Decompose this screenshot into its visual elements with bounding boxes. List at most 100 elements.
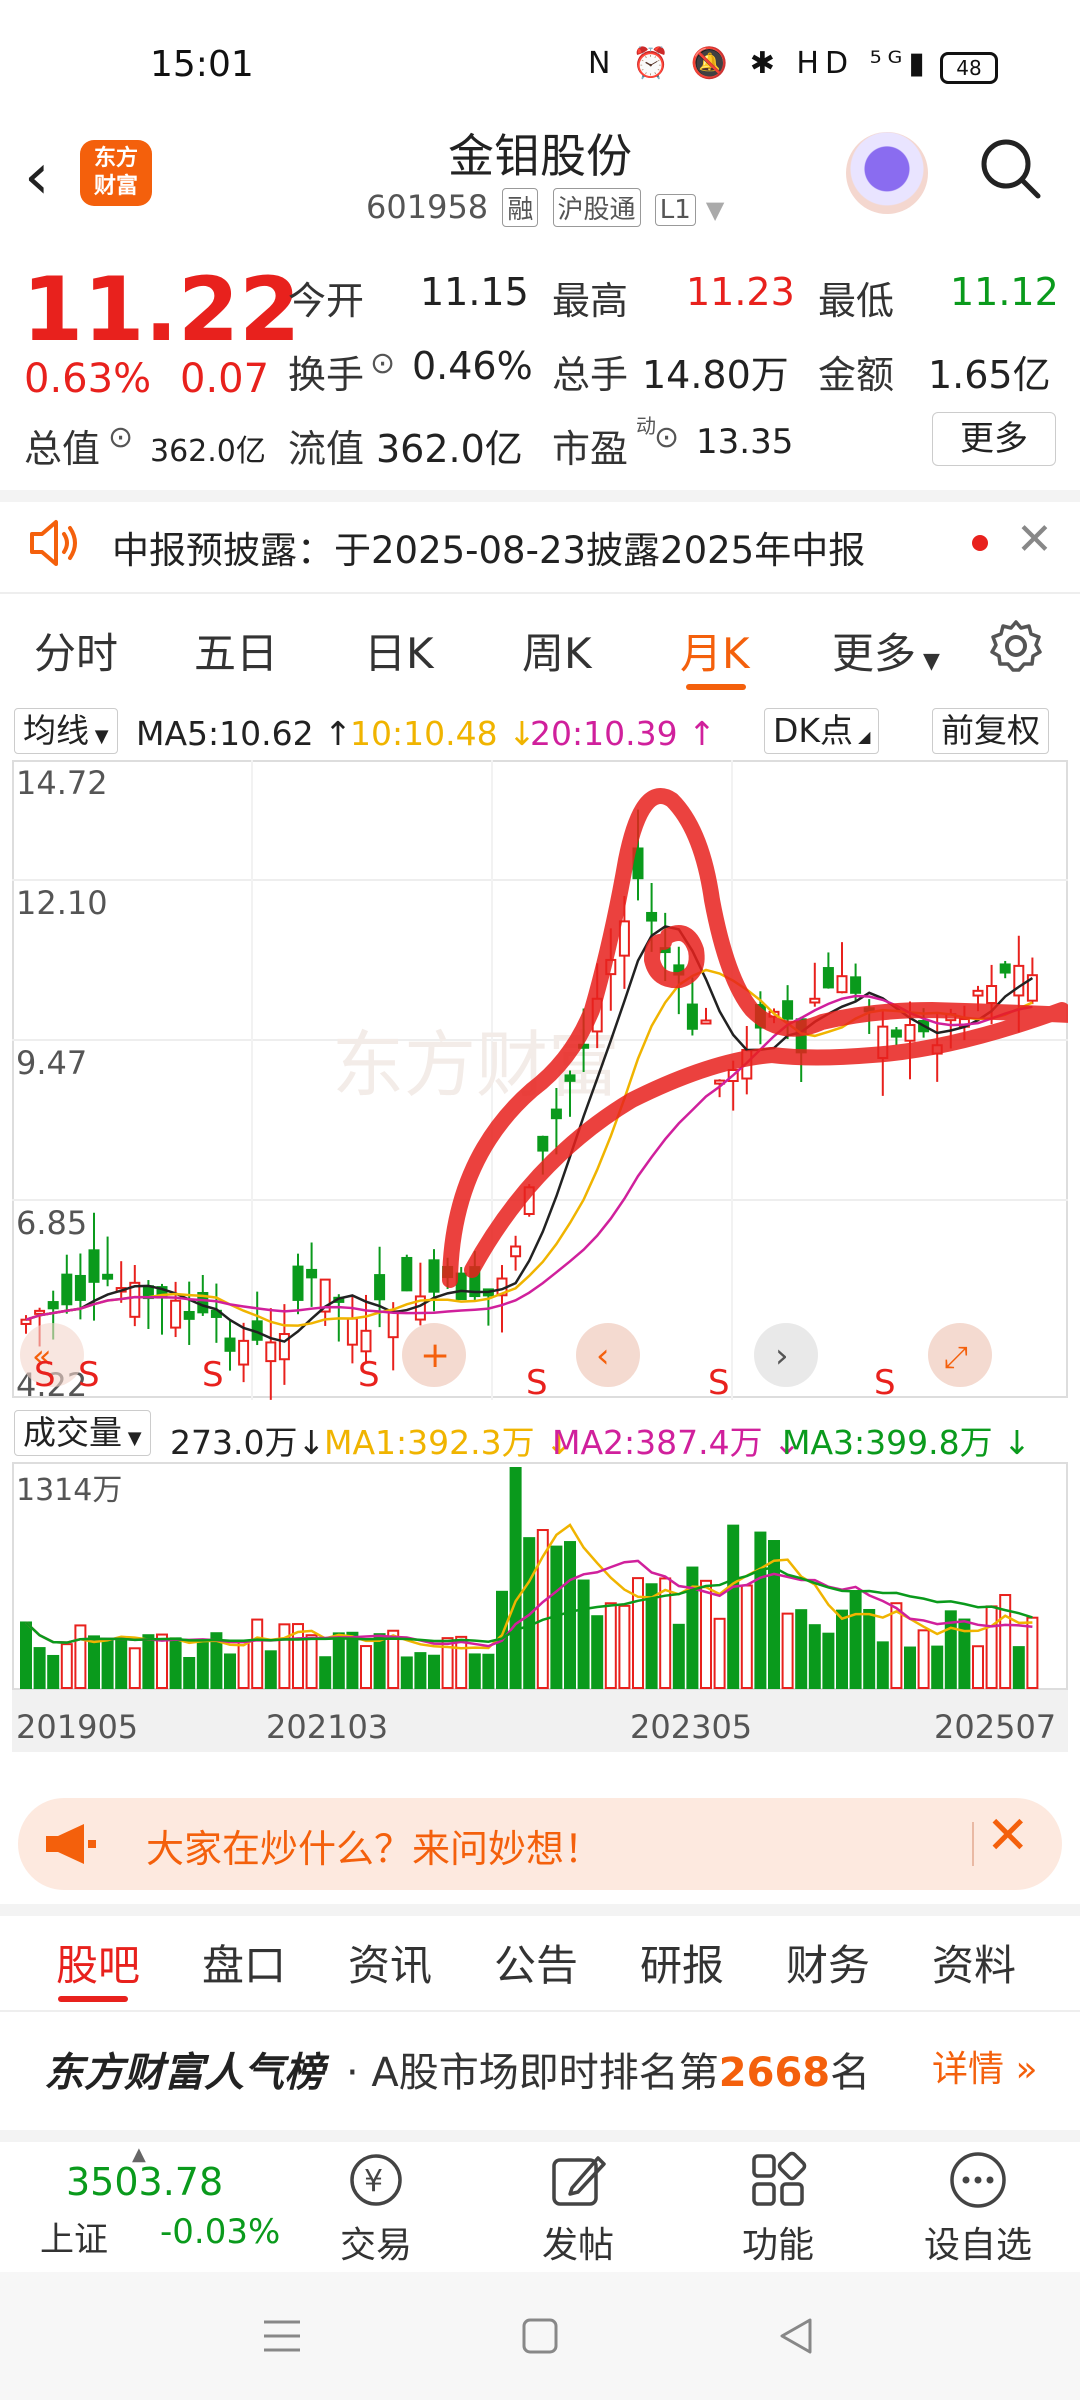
volume-chart[interactable]: 1314万 201905 202103 202305 202507 — [12, 1462, 1068, 1752]
volume-bar — [196, 1638, 209, 1690]
turnover-label: 换手 — [288, 353, 365, 397]
more-button[interactable]: 更多 — [932, 412, 1056, 466]
volume-bar — [455, 1635, 468, 1689]
y-tick-label: 6.85 — [16, 1204, 87, 1242]
index-change[interactable]: -0.03% — [160, 2212, 280, 2252]
y-tick-label: 14.72 — [16, 764, 108, 802]
float-label: 流值 — [288, 427, 365, 471]
info-icon[interactable]: ⊙ — [370, 346, 395, 381]
y-tick-label: 12.10 — [16, 884, 108, 922]
tab-daily-k[interactable]: 日K — [364, 620, 434, 681]
volume-bar — [536, 1529, 549, 1689]
tab-announcements[interactable]: 公告 — [494, 1932, 578, 1993]
divider — [0, 490, 1080, 502]
sell-signal-label: S — [526, 1363, 548, 1400]
vol-ma3: MA3:399.8万 ↓ — [782, 1416, 1031, 1464]
candle-body — [47, 1301, 59, 1310]
robot-avatar-icon[interactable] — [846, 132, 928, 214]
toolbar-trade[interactable]: 交易 — [306, 2216, 446, 2268]
more-dots-icon[interactable] — [948, 2150, 1008, 2210]
compose-icon[interactable] — [548, 2150, 608, 2210]
tab-intraday[interactable]: 分时 — [34, 620, 118, 681]
tab-orderbook[interactable]: 盘口 — [202, 1932, 286, 1993]
search-icon[interactable] — [978, 136, 1042, 200]
close-icon[interactable]: ✕ — [986, 1806, 1030, 1866]
banner-text[interactable]: 大家在炒什么？来问妙想！ — [146, 1818, 602, 1873]
caret-down-icon: ▼ — [122, 1428, 142, 1449]
rank-number: 2668 — [718, 2050, 831, 2096]
vol-ma1: MA1:392.3万 ↓ — [324, 1416, 573, 1464]
dk-point-toggle[interactable]: DK点 ◢ — [764, 708, 880, 754]
gear-icon[interactable] — [988, 618, 1044, 674]
adjust-select[interactable]: 前复权 — [932, 708, 1049, 754]
divider — [0, 592, 1080, 594]
tab-news[interactable]: 资讯 — [348, 1932, 432, 1993]
corner-caret-icon: ◢ — [853, 727, 871, 746]
volume-bar — [169, 1637, 182, 1690]
volume-y-max: 1314万 — [16, 1473, 122, 1508]
volume-bar — [876, 1641, 889, 1689]
pe-value: 13.35 — [696, 422, 794, 462]
ma5-value: MA5:10.62 ↑ — [136, 714, 352, 753]
indicator-select-label: 均线 — [23, 711, 89, 750]
volume-bar — [332, 1632, 345, 1689]
close-icon[interactable]: ✕ — [1016, 514, 1053, 565]
sell-signal-label: S — [708, 1363, 730, 1400]
tab-research[interactable]: 研报 — [640, 1932, 724, 1993]
candle-body — [34, 1309, 46, 1315]
mktcap-label: 总值 — [24, 427, 101, 471]
index-name[interactable]: 上证 — [40, 2212, 108, 2261]
tab-more[interactable]: 更多 ▼ — [832, 620, 940, 681]
indicator-select[interactable]: 均线 ▼ — [14, 708, 118, 754]
candle-body — [20, 1318, 32, 1325]
y-tick-label: 9.47 — [16, 1044, 87, 1082]
candle-body — [102, 1273, 114, 1280]
tab-profile[interactable]: 资料 — [932, 1932, 1016, 1993]
vol-ma2: MA2:387.4万 ↓ — [552, 1416, 801, 1464]
candle-body — [170, 1299, 182, 1329]
down-arrow-icon: ↓ — [297, 1423, 326, 1462]
chevron-down-icon[interactable]: ▼ — [706, 196, 724, 224]
info-icon[interactable]: ⊙ — [654, 420, 679, 455]
menu-icon[interactable] — [262, 2316, 302, 2356]
volume-bar — [400, 1656, 413, 1690]
volume-select-label: 成交量 — [23, 1413, 122, 1452]
caret-down-icon: ▼ — [916, 649, 940, 674]
vol-ma3-label: MA3:399.8万 — [782, 1423, 993, 1462]
sell-signal-label: S — [78, 1355, 100, 1395]
tab-weekly-k[interactable]: 周K — [522, 620, 592, 681]
volume-value: 14.80万 — [642, 353, 789, 397]
toolbar-post[interactable]: 发帖 — [508, 2216, 648, 2268]
volume-bar — [740, 1584, 753, 1689]
volume-bar — [373, 1633, 386, 1689]
tab-monthly-k[interactable]: 月K — [680, 620, 750, 681]
tab-five-day[interactable]: 五日 — [194, 620, 278, 681]
volume-bar — [360, 1645, 372, 1690]
system-nav-bar — [0, 2272, 1080, 2400]
kline-chart[interactable]: 东方财富 14.72 12.10 9.47 6.85 4.22 + ‹ › ⤢ … — [12, 760, 1068, 1400]
candle-body — [836, 975, 848, 994]
plus-icon: + — [420, 1335, 450, 1376]
trade-icon[interactable]: ¥ — [346, 2150, 406, 2210]
notice-text[interactable]: 中报预披露：于2025-08-23披露2025年中报 — [112, 520, 865, 574]
info-icon[interactable]: ⊙ — [108, 420, 133, 455]
tab-forum[interactable]: 股吧 — [56, 1932, 140, 1993]
up-arrow-icon: ↑ — [688, 714, 716, 753]
tag-level: L1 — [654, 194, 696, 226]
toolbar-functions[interactable]: 功能 — [708, 2216, 848, 2268]
volume-indicator-select[interactable]: 成交量 ▼ — [14, 1410, 151, 1456]
index-value[interactable]: 3503.78 — [66, 2160, 223, 2204]
stock-subtitle: 601958 融 沪股通 L1 ▼ — [366, 188, 724, 227]
rank-detail-link[interactable]: 详情 » — [932, 2040, 1037, 2092]
candle-body — [700, 1019, 712, 1025]
home-icon[interactable] — [520, 2316, 560, 2356]
back-nav-icon[interactable] — [776, 2316, 816, 2356]
change-amount: 0.07 — [180, 356, 270, 402]
apps-icon[interactable] — [748, 2150, 808, 2210]
candle-body — [618, 920, 630, 957]
toolbar-add-watchlist[interactable]: 设自选 — [908, 2216, 1048, 2268]
candle-body — [564, 1074, 576, 1082]
tab-financials[interactable]: 财务 — [786, 1932, 870, 1993]
divider — [0, 2010, 1080, 2012]
volume-bar — [509, 1467, 522, 1689]
